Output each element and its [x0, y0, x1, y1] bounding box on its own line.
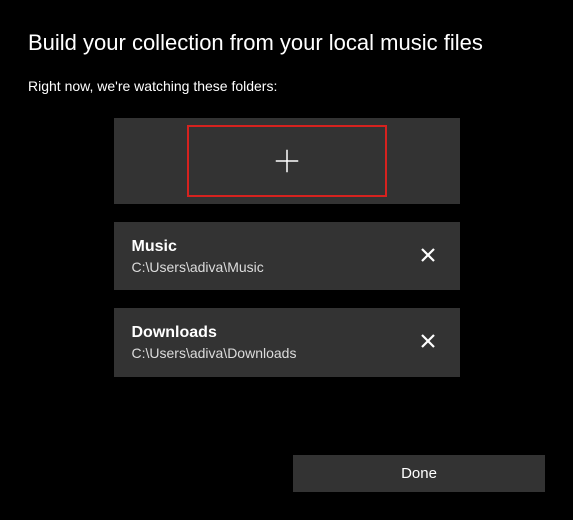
done-button[interactable]: Done [293, 455, 545, 492]
folder-path: C:\Users\adiva\Music [132, 258, 264, 277]
folder-name: Downloads [132, 322, 297, 344]
close-icon [420, 247, 436, 263]
dialog-footer: Done [293, 455, 545, 492]
folder-info: Music C:\Users\adiva\Music [132, 236, 264, 276]
close-icon [420, 333, 436, 349]
plus-icon [272, 146, 302, 176]
folder-path: C:\Users\adiva\Downloads [132, 344, 297, 363]
folders-list: Music C:\Users\adiva\Music Downloads C:\… [28, 116, 545, 379]
dialog-subtitle: Right now, we're watching these folders: [28, 78, 545, 94]
add-folder-card[interactable] [112, 116, 462, 206]
folder-info: Downloads C:\Users\adiva\Downloads [132, 322, 297, 362]
remove-folder-button[interactable] [414, 241, 442, 272]
remove-folder-button[interactable] [414, 327, 442, 358]
folder-item: Downloads C:\Users\adiva\Downloads [112, 306, 462, 378]
folder-item: Music C:\Users\adiva\Music [112, 220, 462, 292]
dialog-title: Build your collection from your local mu… [28, 30, 545, 56]
folder-name: Music [132, 236, 264, 258]
